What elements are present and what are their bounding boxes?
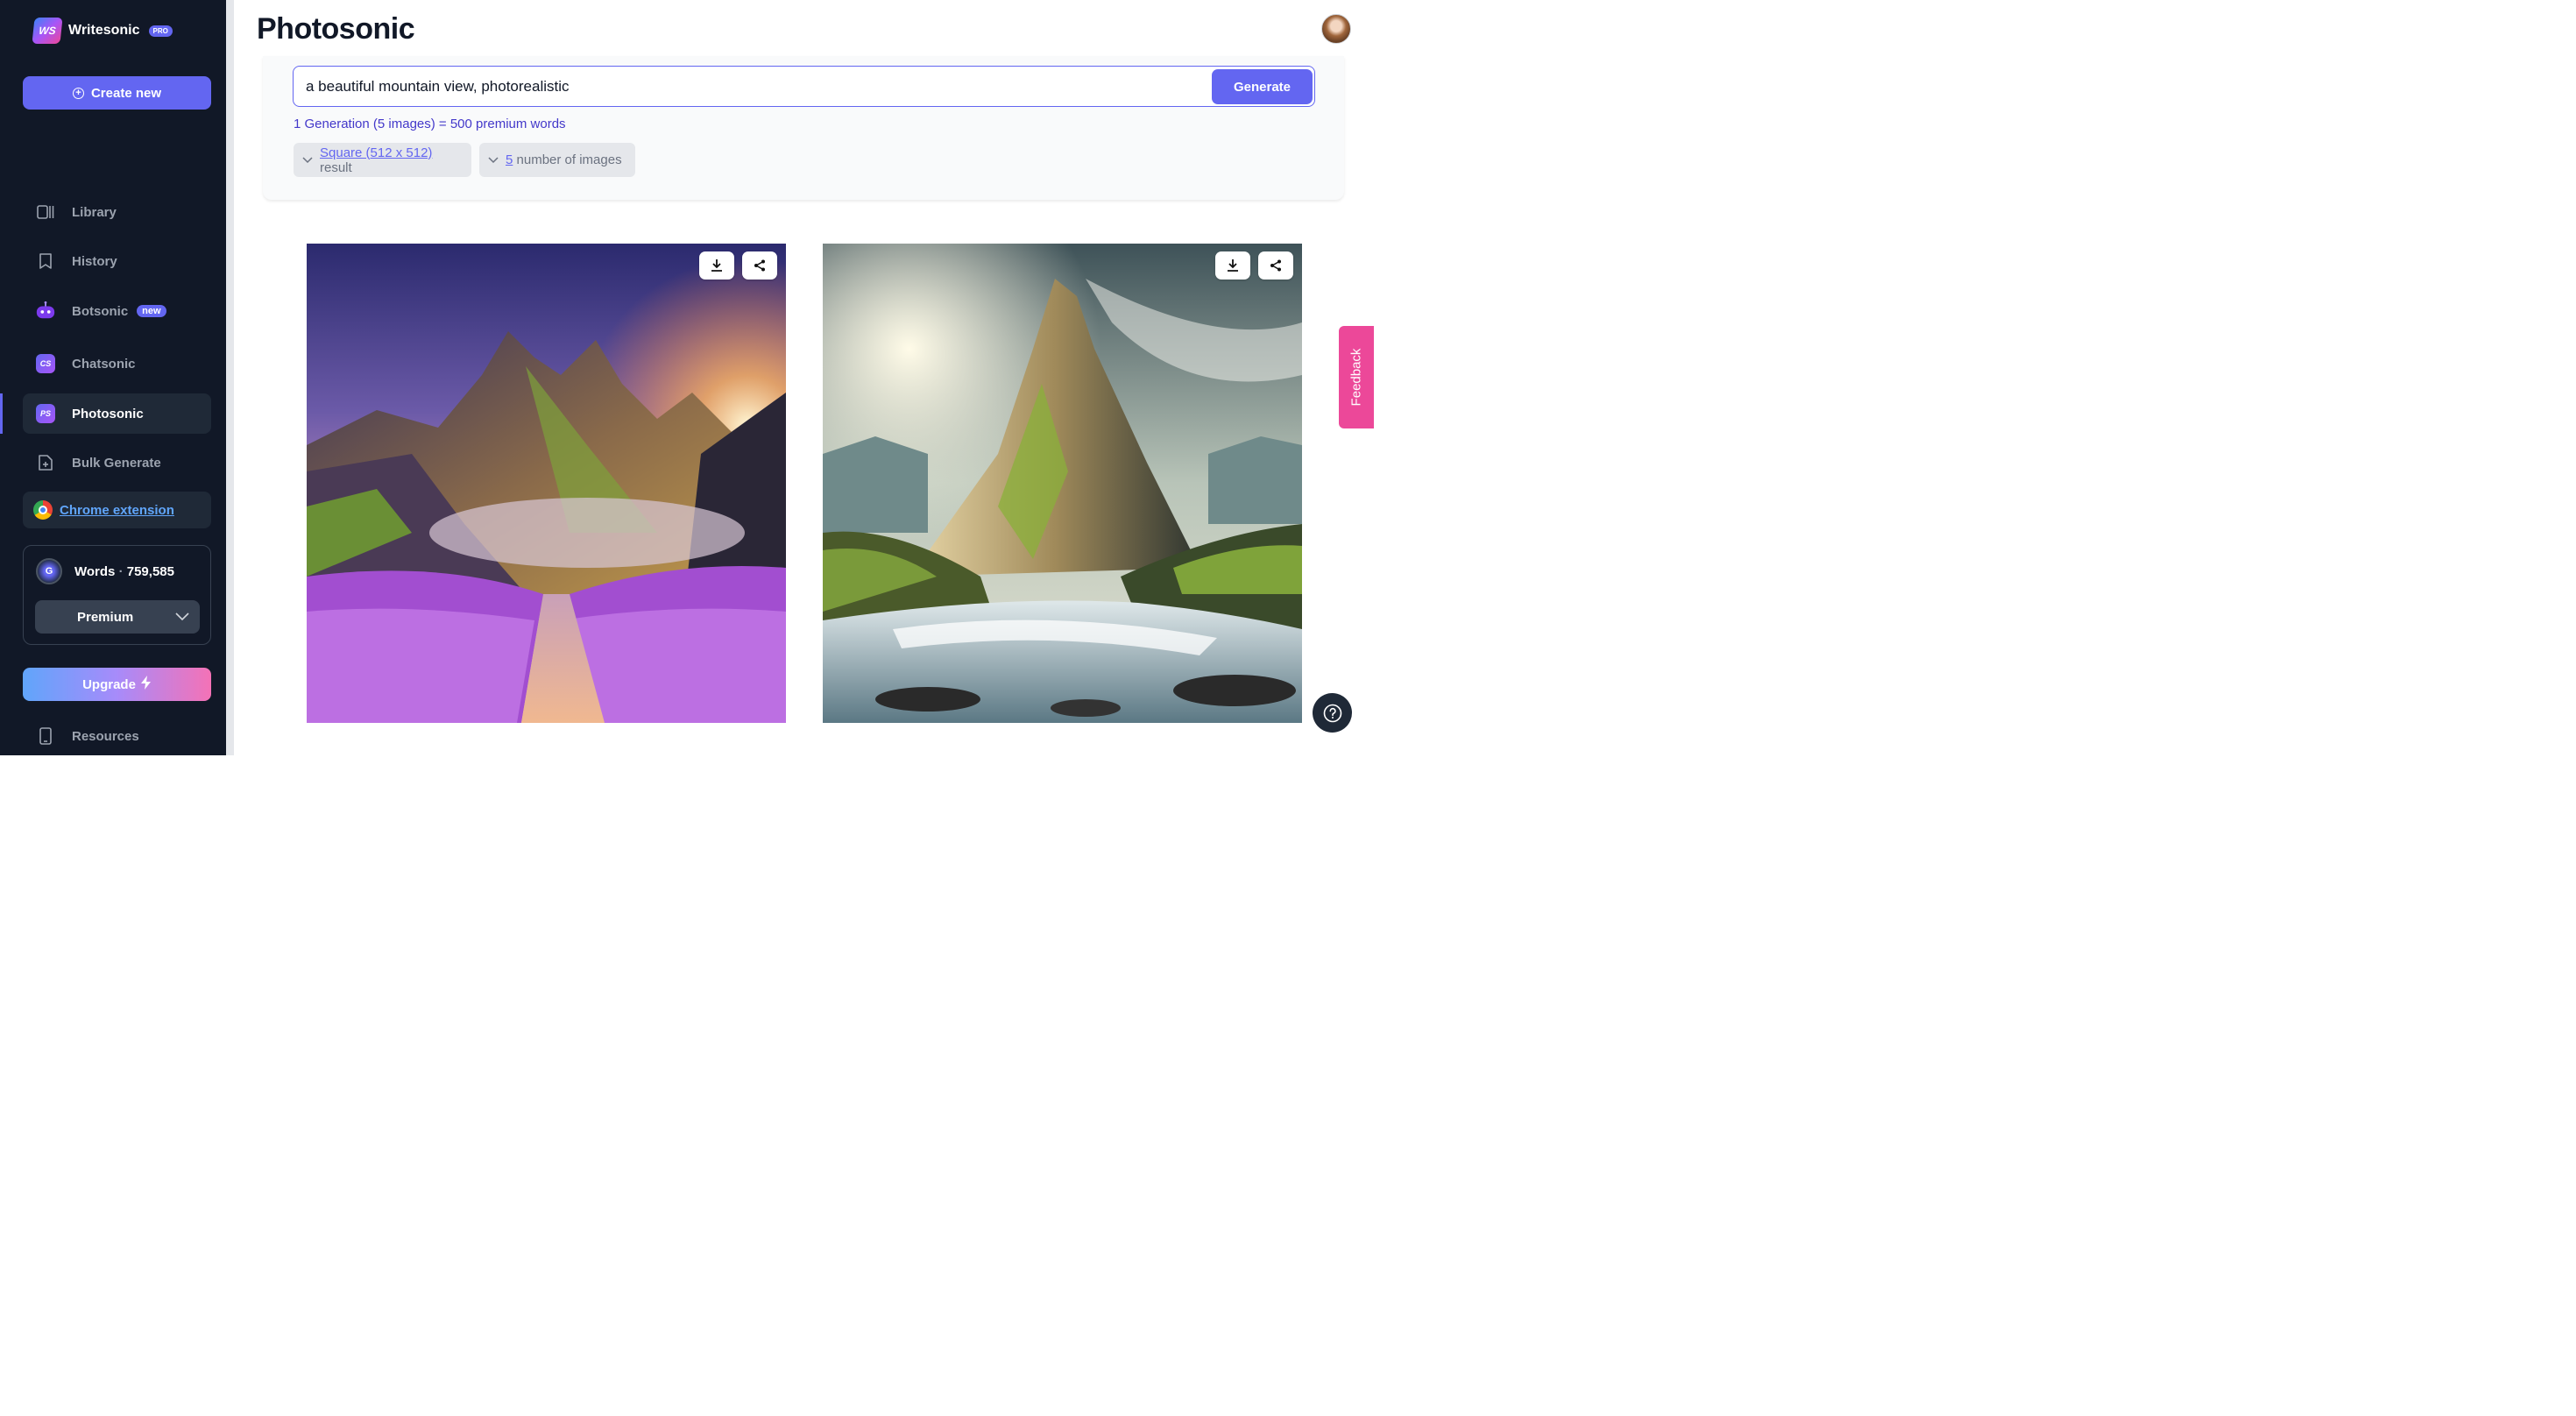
library-icon bbox=[35, 202, 56, 223]
image-count-value[interactable]: 5 bbox=[506, 152, 513, 167]
lightning-icon bbox=[140, 676, 152, 693]
bookmark-icon bbox=[35, 251, 56, 272]
create-new-label: Create new bbox=[90, 85, 162, 101]
generation-cost-note: 1 Generation (5 images) = 500 premium wo… bbox=[294, 117, 566, 131]
sidebar-item-label: Chatsonic bbox=[72, 356, 136, 372]
generated-image[interactable] bbox=[307, 244, 786, 723]
sidebar-item-photosonic[interactable]: PS Photosonic bbox=[23, 393, 211, 434]
sidebar-item-label: Photosonic bbox=[72, 406, 144, 421]
mountain-lavender-image bbox=[307, 244, 786, 723]
help-icon bbox=[1323, 704, 1341, 722]
words-card: G Words · 759,585 Premium bbox=[23, 545, 211, 645]
upgrade-button[interactable]: Upgrade bbox=[23, 668, 211, 701]
file-plus-icon bbox=[35, 452, 56, 473]
share-icon bbox=[1270, 259, 1281, 272]
sidebar-item-library[interactable]: Library bbox=[23, 192, 211, 232]
sidebar-item-label: Bulk Generate bbox=[72, 455, 161, 471]
share-icon bbox=[754, 259, 765, 272]
share-button[interactable] bbox=[1258, 251, 1293, 280]
plan-select[interactable]: Premium bbox=[35, 600, 200, 634]
image-count-select[interactable]: 5 number of images bbox=[479, 143, 635, 177]
page-title: Photosonic bbox=[257, 12, 415, 46]
chevron-down-icon bbox=[302, 152, 313, 167]
active-indicator bbox=[0, 393, 3, 434]
brand-name: Writesonic bbox=[68, 23, 140, 38]
chevron-down-icon bbox=[488, 152, 499, 167]
sidebar-item-label: Library bbox=[72, 204, 117, 220]
mountain-river-image bbox=[823, 244, 1302, 723]
sidebar-item-resources[interactable]: Resources bbox=[23, 717, 211, 755]
bot-icon bbox=[35, 301, 56, 322]
image-size-value[interactable]: Square (512 x 512) bbox=[320, 145, 432, 160]
sidebar-item-chatsonic[interactable]: CS Chatsonic bbox=[23, 343, 211, 384]
help-button[interactable] bbox=[1313, 693, 1352, 733]
create-new-button[interactable]: + Create new bbox=[23, 76, 211, 110]
chrome-extension-label[interactable]: Chrome extension bbox=[60, 503, 174, 518]
brand-logo[interactable]: WS Writesonic PRO bbox=[32, 18, 173, 44]
plan-value: Premium bbox=[77, 609, 134, 625]
download-button[interactable] bbox=[699, 251, 734, 280]
writesonic-logo-icon: WS bbox=[32, 18, 63, 44]
chatsonic-icon: CS bbox=[35, 353, 56, 374]
pro-badge: PRO bbox=[148, 25, 173, 37]
prompt-input[interactable] bbox=[306, 78, 1200, 96]
download-icon bbox=[711, 259, 722, 272]
prompt-field[interactable]: Generate bbox=[293, 66, 1315, 107]
image-count-suffix: number of images bbox=[516, 152, 622, 167]
feedback-label: Feedback bbox=[1348, 348, 1364, 407]
feedback-tab[interactable]: Feedback bbox=[1339, 326, 1374, 428]
image-size-suffix: result bbox=[320, 159, 352, 175]
user-avatar[interactable] bbox=[1321, 14, 1351, 44]
plus-circle-icon: + bbox=[72, 87, 84, 99]
upgrade-label: Upgrade bbox=[82, 676, 136, 692]
new-badge: new bbox=[137, 305, 166, 317]
sidebar-item-botsonic[interactable]: Botsonic new bbox=[23, 291, 211, 331]
generate-button[interactable]: Generate bbox=[1212, 69, 1313, 104]
chrome-icon bbox=[33, 500, 53, 520]
sidebar-item-history[interactable]: History bbox=[23, 241, 211, 281]
tablet-icon bbox=[35, 726, 56, 747]
sidebar-item-label: Resources bbox=[72, 728, 139, 744]
chevron-down-icon bbox=[175, 610, 189, 625]
words-label: Words bbox=[74, 563, 116, 579]
download-icon bbox=[1228, 259, 1238, 272]
sidebar-item-bulk-generate[interactable]: Bulk Generate bbox=[23, 442, 211, 483]
chrome-extension-link[interactable]: Chrome extension bbox=[23, 492, 211, 528]
sidebar-item-label: Botsonic bbox=[72, 303, 129, 319]
download-button[interactable] bbox=[1215, 251, 1250, 280]
image-size-select[interactable]: Square (512 x 512) result bbox=[294, 143, 471, 177]
photosonic-icon: PS bbox=[35, 403, 56, 424]
generated-image[interactable] bbox=[823, 244, 1302, 723]
words-separator: · bbox=[118, 563, 124, 579]
sidebar-item-label: History bbox=[72, 253, 117, 269]
sidebar-scrollbar[interactable] bbox=[226, 0, 234, 755]
words-avatar-icon: G bbox=[36, 558, 62, 584]
share-button[interactable] bbox=[742, 251, 777, 280]
words-count: 759,585 bbox=[126, 563, 174, 579]
sidebar: WS Writesonic PRO + Create new Library H… bbox=[0, 0, 226, 755]
